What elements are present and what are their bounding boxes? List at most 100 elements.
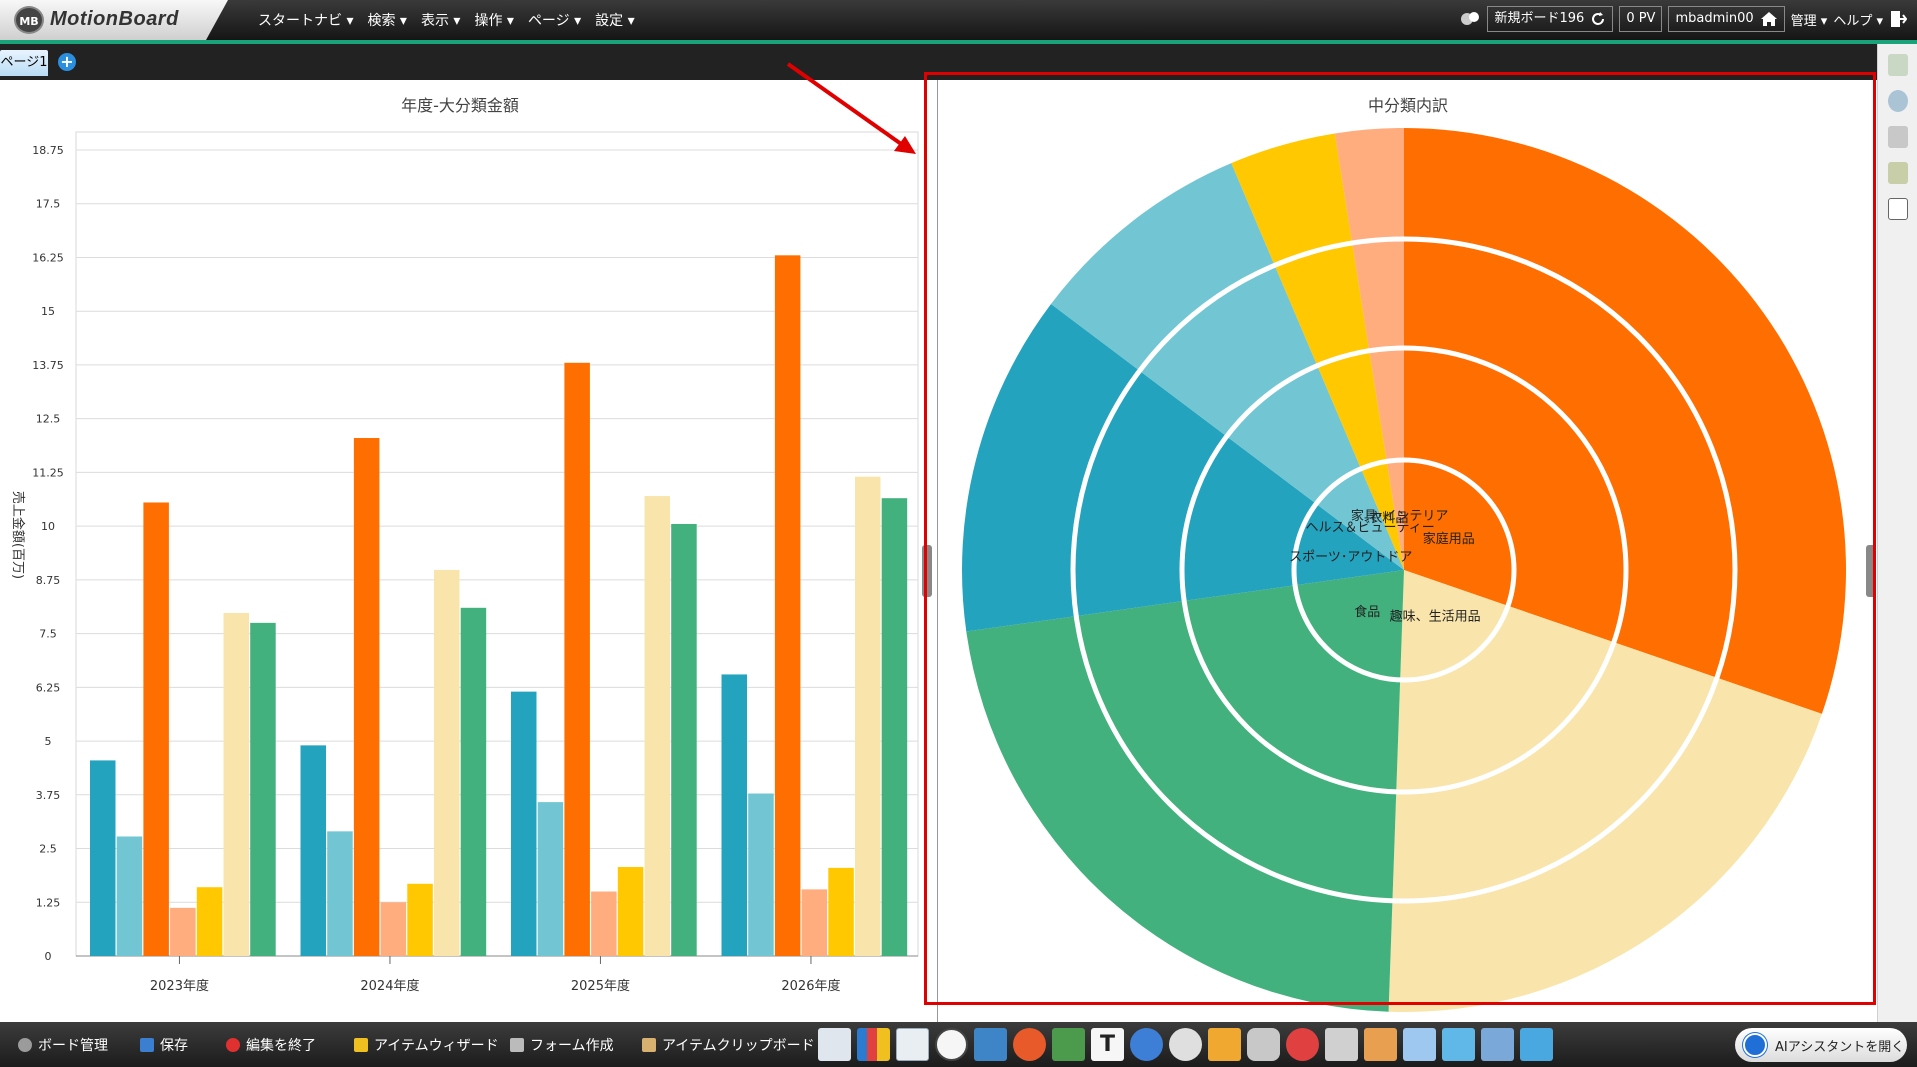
bar[interactable] [327, 831, 353, 956]
y-tick-label: 5 [45, 735, 52, 748]
y-tick-label: 17.5 [36, 198, 61, 211]
shapes-icon[interactable] [1286, 1028, 1319, 1061]
bar[interactable] [250, 622, 276, 956]
bar[interactable] [223, 612, 250, 956]
bar[interactable] [407, 883, 433, 956]
image-icon[interactable] [974, 1028, 1007, 1061]
y-tick-label: 12.5 [36, 413, 61, 426]
bar[interactable] [143, 502, 169, 956]
share-icon[interactable] [1459, 9, 1481, 29]
bar-chart[interactable]: 0 1.25 2.5 3.75 5 6.25 7.5 8.75 10 11.25 12.5 13.75… [0, 80, 920, 1022]
x-tick-label: 2023年度 [150, 978, 209, 994]
tab-page1[interactable]: ページ1 [0, 50, 48, 76]
bar[interactable] [774, 255, 801, 957]
bar[interactable] [511, 691, 537, 956]
ai-assistant-label: AIアシスタントを開く [1775, 1039, 1905, 1055]
bar[interactable] [644, 496, 671, 956]
menu-admin[interactable]: 管理 ▾ [1791, 10, 1828, 29]
menu-help[interactable]: ヘルプ ▾ [1833, 10, 1883, 29]
layout-icon[interactable] [818, 1028, 851, 1061]
bar[interactable] [434, 569, 460, 956]
cube-icon[interactable] [1442, 1028, 1475, 1061]
bar[interactable] [721, 674, 748, 956]
comment-icon[interactable] [1169, 1028, 1202, 1061]
save-icon [140, 1038, 154, 1052]
database-icon[interactable] [1888, 126, 1908, 148]
bar[interactable] [617, 867, 644, 956]
plugin-icon[interactable] [1520, 1028, 1553, 1061]
y-tick-label: 18.75 [32, 144, 64, 157]
globe-icon[interactable] [1888, 90, 1908, 112]
text-icon[interactable]: T [1091, 1028, 1124, 1061]
table-icon[interactable] [896, 1028, 929, 1061]
y-tick-label: 2.5 [39, 843, 57, 856]
link-icon[interactable] [1130, 1028, 1163, 1061]
container-icon[interactable] [1364, 1028, 1397, 1061]
spellcheck-icon[interactable] [1481, 1028, 1514, 1061]
bar[interactable] [591, 891, 617, 956]
bar[interactable] [300, 745, 327, 956]
logo[interactable]: MB MotionBoard [0, 0, 228, 40]
top-right: 新規ボード196 0 PV mbadmin00 管理 ▾ ヘルプ ▾ [1459, 6, 1907, 32]
item-wizard-button[interactable]: アイテムウィザード [354, 1035, 499, 1055]
menu-page[interactable]: ページ ▾ [528, 10, 581, 30]
bar[interactable] [855, 476, 881, 956]
scatter-icon[interactable] [1013, 1028, 1046, 1061]
bar[interactable] [537, 802, 564, 956]
clipboard-icon [642, 1038, 656, 1052]
menu-view[interactable]: 表示 ▾ [421, 10, 460, 30]
bar[interactable] [196, 887, 223, 956]
menu-start-navi[interactable]: スタートナビ ▾ [258, 10, 353, 30]
menu-settings[interactable]: 設定 ▾ [595, 10, 634, 30]
menu-search[interactable]: 検索 ▾ [367, 10, 406, 30]
bar[interactable] [564, 362, 590, 956]
logout-icon[interactable] [1889, 9, 1907, 29]
form-create-button[interactable]: フォーム作成 [510, 1035, 614, 1055]
bar[interactable] [170, 907, 196, 956]
bar[interactable] [671, 523, 697, 956]
bar[interactable] [380, 902, 407, 956]
end-edit-button[interactable]: 編集を終了 [226, 1035, 316, 1055]
bar[interactable] [116, 836, 143, 956]
bar[interactable] [90, 760, 116, 956]
board-name-box[interactable]: 新規ボード196 [1487, 6, 1614, 32]
info-icon[interactable] [1403, 1028, 1436, 1061]
folder-icon[interactable] [1208, 1028, 1241, 1061]
save-label: 保存 [160, 1038, 188, 1054]
y-tick-label: 10 [41, 520, 55, 533]
bar-chart-icon[interactable] [857, 1028, 890, 1061]
board-name: 新規ボード196 [1494, 11, 1585, 26]
save-button[interactable]: 保存 [140, 1035, 188, 1055]
home-icon[interactable] [1760, 11, 1778, 27]
bar[interactable] [881, 498, 908, 956]
board-manage-button[interactable]: ボード管理 [18, 1035, 108, 1055]
refresh-icon[interactable] [1590, 11, 1606, 27]
bar-chart-panel[interactable]: 年度-大分類金額 0 1.25 2.5 3.75 5 6.25 7.5 8.75 10 11.25… [0, 80, 932, 1022]
gear-icon [18, 1038, 32, 1052]
bar[interactable] [353, 438, 380, 956]
end-edit-label: 編集を終了 [246, 1038, 316, 1054]
panel-icon[interactable] [1325, 1028, 1358, 1061]
item-clipboard-button[interactable]: アイテムクリップボード [642, 1035, 815, 1055]
y-tick-label: 7.5 [39, 628, 57, 641]
pointer-icon[interactable] [1888, 54, 1908, 76]
bar[interactable] [460, 607, 487, 956]
document-icon[interactable] [1888, 198, 1908, 220]
lightning-icon[interactable] [1888, 162, 1908, 184]
bottom-toolbar: ボード管理 保存 編集を終了 アイテムウィザード フォーム作成 アイテムクリップ… [0, 1022, 1917, 1067]
add-page-icon[interactable]: + [58, 53, 76, 71]
button-icon[interactable] [1247, 1028, 1280, 1061]
ai-assistant-button[interactable]: AIアシスタントを開く [1735, 1028, 1907, 1062]
clock-icon[interactable] [935, 1028, 968, 1061]
top-bar: MB MotionBoard スタートナビ ▾ 検索 ▾ 表示 ▾ 操作 ▾ ペ… [0, 0, 1917, 40]
x-tick-label: 2026年度 [781, 978, 840, 994]
x-tick-label: 2025年度 [571, 978, 630, 994]
user-box[interactable]: mbadmin00 [1668, 6, 1785, 32]
picture-icon[interactable] [1052, 1028, 1085, 1061]
bar[interactable] [801, 889, 828, 956]
y-tick-label: 6.25 [36, 681, 61, 694]
menu-operation[interactable]: 操作 ▾ [474, 10, 513, 30]
bar[interactable] [748, 793, 774, 956]
bar[interactable] [828, 867, 854, 956]
x-tick-label: 2024年度 [360, 978, 419, 994]
